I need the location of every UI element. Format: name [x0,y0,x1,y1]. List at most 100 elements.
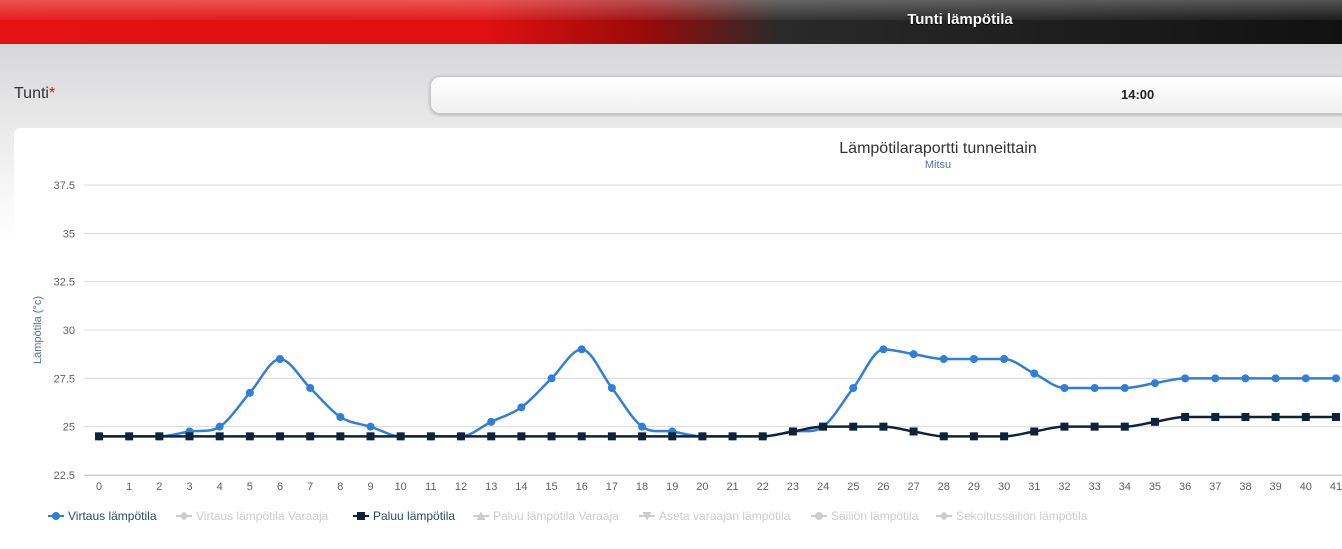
x-tick-label: 20 [696,481,708,493]
x-tick-label: 38 [1239,481,1251,493]
data-point-paluu [366,432,375,441]
legend-label: Sekoitussäiliön lämpötila [956,509,1088,523]
chart-title: Lämpötilaraportti tunneittain [839,140,1036,157]
data-point-virtaus [1301,374,1310,383]
x-tick-label: 2 [156,481,162,493]
x-tick-label: 12 [455,481,467,493]
temperature-chart: Lämpötilaraportti tunneittain Mitsu Lämp… [32,140,1342,523]
x-tick-label: 6 [277,481,283,493]
data-point-virtaus [909,350,918,359]
y-tick-label: 30 [63,325,75,337]
y-axis-title: Lämpötila (°c) [32,296,44,364]
x-tick-label: 4 [217,481,223,493]
data-point-virtaus [1331,374,1340,383]
data-point-paluu [426,432,435,441]
y-tick-label: 27.5 [54,373,75,385]
data-point-paluu [698,432,707,441]
data-point-paluu [457,432,466,441]
data-point-paluu [1030,427,1039,436]
data-point-paluu [95,432,103,441]
x-tick-label: 7 [307,481,313,493]
legend-marker [179,511,189,521]
data-point-virtaus [276,355,285,363]
data-point-paluu [879,422,888,431]
legend-item: Säiliön lämpötila [811,509,919,523]
x-tick-label: 39 [1270,481,1282,493]
x-tick-label: 0 [96,481,102,493]
data-point-paluu [396,432,405,441]
data-point-paluu [728,432,737,441]
data-point-paluu [1301,413,1310,421]
legend-item: Virtaus lämpötila [48,509,157,523]
data-point-paluu [1271,413,1280,421]
x-tick-label: 30 [998,481,1010,493]
data-point-paluu [1000,432,1009,441]
data-point-virtaus [336,413,345,421]
x-tick-label: 25 [847,481,859,493]
x-tick-label: 10 [395,481,407,493]
data-point-virtaus [487,417,496,426]
data-point-paluu [909,427,918,436]
legend-label: Virtaus lämpötila [68,509,157,523]
chart-subtitle: Mitsu [925,159,951,171]
data-point-paluu [1060,422,1069,431]
x-tick-label: 1 [126,481,132,493]
y-tick-label: 22.5 [54,470,75,482]
x-tick-label: 19 [666,481,678,493]
x-tick-label: 5 [247,481,253,493]
legend-item: Paluu lämpötila Varaaja [473,509,619,523]
data-point-paluu [125,432,134,441]
x-tick-label: 9 [367,481,373,493]
data-point-paluu [487,432,496,441]
y-tick-label: 32.5 [54,277,75,289]
data-point-virtaus [366,422,375,431]
data-point-virtaus [547,374,556,383]
y-tick-label: 35 [63,228,75,240]
data-point-paluu [1090,422,1099,431]
x-tick-label: 13 [485,481,497,493]
x-tick-label: 8 [337,481,343,493]
data-point-virtaus [607,384,616,392]
legend-label: Säiliön lämpötila [831,509,919,523]
legend-marker [357,512,365,520]
x-tick-label: 29 [968,481,980,493]
x-tick-label: 33 [1088,481,1100,493]
legend-marker [939,511,949,521]
data-point-virtaus [1060,384,1069,392]
data-point-paluu [668,432,677,441]
data-point-paluu [185,432,194,441]
x-tick-label: 41 [1330,481,1342,493]
x-tick-label: 36 [1179,481,1191,493]
data-point-virtaus [849,384,858,392]
data-point-virtaus [1211,374,1220,383]
data-point-virtaus [638,422,647,431]
legend-label: Paluu lämpötila Varaaja [493,509,619,523]
x-tick-label: 40 [1300,481,1312,493]
data-point-paluu [1181,413,1190,421]
data-point-paluu [849,422,858,431]
x-tick-label: 23 [787,481,799,493]
data-point-virtaus [517,403,526,412]
legend-item: Paluu lämpötila [353,509,455,523]
x-tick-label: 32 [1058,481,1070,493]
data-point-paluu [758,432,767,441]
data-point-paluu [306,432,315,441]
legend-marker [52,512,60,520]
data-point-paluu [788,427,797,436]
data-point-virtaus [1271,374,1280,383]
data-point-virtaus [1000,355,1009,363]
legend-label: Paluu lämpötila [373,509,455,523]
x-tick-label: 35 [1149,481,1161,493]
data-point-paluu [1211,413,1220,421]
legend-label: Aseta varaajan lämpötila [659,509,791,523]
data-point-virtaus [1090,384,1099,392]
legend-label: Virtaus lämpötila Varaaja [196,509,329,523]
legend-item: Sekoitussäiliön lämpötila [936,509,1088,523]
x-tick-label: 11 [425,481,436,493]
data-point-paluu [638,432,647,441]
data-point-virtaus [1150,379,1159,388]
data-point-virtaus [1120,384,1129,392]
y-tick-label: 37.5 [54,180,75,192]
x-tick-label: 16 [576,481,588,493]
legend-item: Aseta varaajan lämpötila [639,509,791,523]
